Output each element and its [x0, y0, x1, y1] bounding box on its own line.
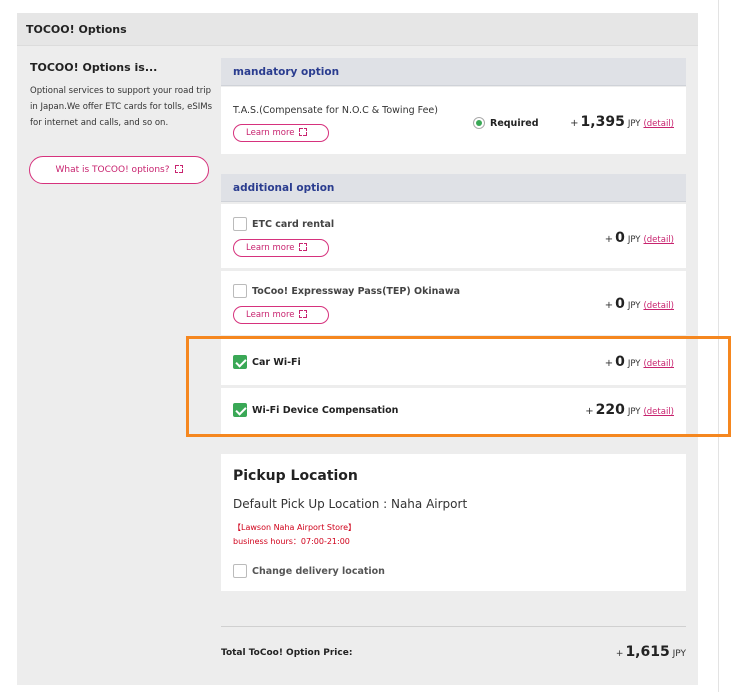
total-plus: +: [615, 649, 624, 659]
pickup-business-hours: business hours：07:00-21:00: [233, 537, 350, 546]
price-currency: JPY: [627, 235, 641, 245]
price-currency: JPY: [627, 301, 641, 311]
tas-label: T.A.S.(Compensate for N.O.C & Towing Fee…: [233, 105, 438, 116]
required-radio-icon: [473, 117, 485, 129]
tas-learn-more-button[interactable]: Learn more: [233, 124, 329, 142]
additional-option-heading: additional option: [221, 174, 686, 202]
sidebar-description: Optional services to support your road t…: [30, 86, 213, 128]
tas-detail-link[interactable]: (detail): [643, 119, 674, 129]
expand-icon: [299, 128, 308, 136]
mandatory-option-heading: mandatory option: [221, 58, 686, 86]
change-delivery-location-checkbox[interactable]: [233, 564, 247, 578]
mandatory-option-row-tas: T.A.S.(Compensate for N.O.C & Towing Fee…: [221, 87, 686, 154]
price-amount: 0: [615, 296, 625, 312]
learn-more-label: Learn more: [246, 243, 295, 253]
price-amount: 1,395: [580, 114, 625, 130]
total-currency: JPY: [672, 649, 686, 659]
learn-more-label: Learn more: [246, 128, 295, 138]
price-currency: JPY: [627, 119, 641, 129]
pickup-location-title: Pickup Location: [233, 468, 358, 484]
tep-price: +0 JPY (detail): [605, 296, 674, 312]
price-amount: 0: [615, 230, 625, 246]
default-pickup-location: Default Pick Up Location : Naha Airport: [233, 497, 468, 511]
tep-detail-link[interactable]: (detail): [643, 301, 674, 311]
expand-icon: [174, 165, 183, 173]
etc-card-checkbox[interactable]: [233, 217, 247, 231]
tep-label: ToCoo! Expressway Pass(TEP) Okinawa: [252, 286, 461, 297]
required-label: Required: [490, 118, 539, 129]
tep-checkbox[interactable]: [233, 284, 247, 298]
selection-highlight-box: [186, 336, 731, 437]
price-plus: +: [604, 300, 614, 311]
pickup-location-card: Pickup Location Default Pick Up Location…: [221, 454, 686, 591]
expand-icon: [299, 310, 308, 318]
what-is-tocoo-options-button[interactable]: What is TOCOO! options?: [29, 156, 209, 184]
panel-title: TOCOO! Options: [17, 13, 698, 46]
what-is-button-label: What is TOCOO! options?: [55, 165, 170, 175]
tas-price: +1,395 JPY (detail): [570, 114, 674, 130]
additional-option-row-tep: ToCoo! Expressway Pass(TEP) Okinawa Lear…: [221, 271, 686, 335]
expand-icon: [299, 243, 308, 251]
sidebar-title: TOCOO! Options is...: [30, 61, 158, 74]
total-amount: 1,615: [625, 644, 670, 660]
etc-detail-link[interactable]: (detail): [643, 235, 674, 245]
total-divider: [221, 626, 686, 627]
total-price-label: Total ToCoo! Option Price:: [221, 648, 353, 658]
etc-learn-more-button[interactable]: Learn more: [233, 239, 329, 257]
tep-learn-more-button[interactable]: Learn more: [233, 306, 329, 324]
price-plus: +: [570, 118, 579, 129]
etc-card-label: ETC card rental: [252, 219, 335, 230]
learn-more-label: Learn more: [246, 310, 295, 320]
additional-option-row-etc: ETC card rental Learn more +0 JPY (detail): [221, 204, 686, 268]
etc-price: +0 JPY (detail): [605, 230, 674, 246]
pickup-store-name: 【Lawson Naha Airport Store】: [233, 523, 357, 532]
total-price-value: +1,615 JPY: [616, 644, 686, 660]
price-plus: +: [604, 234, 614, 245]
change-delivery-location-label: Change delivery location: [252, 566, 385, 577]
